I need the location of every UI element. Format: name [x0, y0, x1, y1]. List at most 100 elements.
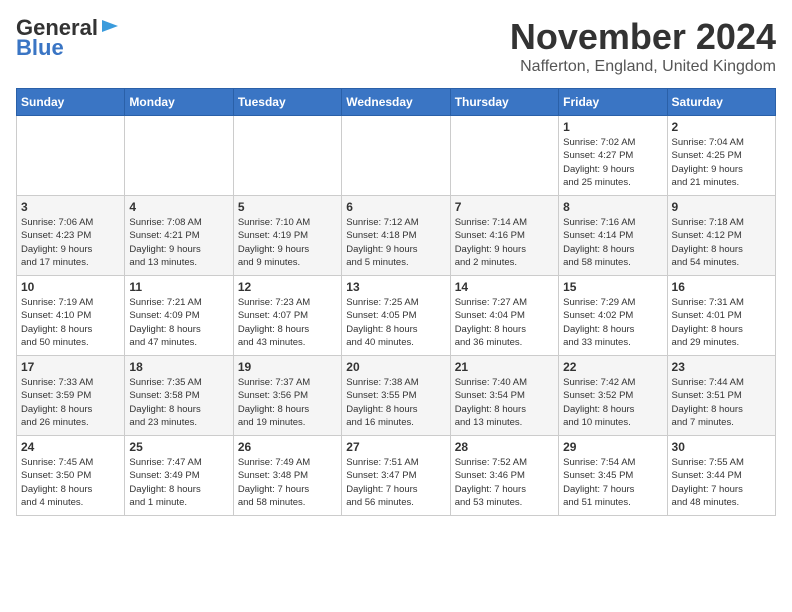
logo-text-blue: Blue	[16, 36, 64, 60]
day-number: 24	[21, 440, 120, 454]
location-title: Nafferton, England, United Kingdom	[510, 58, 776, 76]
table-row: 1 Sunrise: 7:02 AM Sunset: 4:27 PM Daylig…	[559, 116, 667, 196]
page-header: General Blue November 2024 Nafferton, En…	[16, 16, 776, 76]
day-number: 30	[672, 440, 771, 454]
month-title: November 2024	[510, 16, 776, 58]
header-saturday: Saturday	[667, 89, 775, 116]
day-number: 3	[21, 200, 120, 214]
day-info: Sunrise: 7:51 AM Sunset: 3:47 PM Dayligh…	[346, 456, 445, 509]
day-number: 19	[238, 360, 337, 374]
day-number: 4	[129, 200, 228, 214]
header-wednesday: Wednesday	[342, 89, 450, 116]
day-number: 7	[455, 200, 554, 214]
day-number: 20	[346, 360, 445, 374]
day-info: Sunrise: 7:49 AM Sunset: 3:48 PM Dayligh…	[238, 456, 337, 509]
day-info: Sunrise: 7:25 AM Sunset: 4:05 PM Dayligh…	[346, 296, 445, 349]
day-info: Sunrise: 7:16 AM Sunset: 4:14 PM Dayligh…	[563, 216, 662, 269]
table-row: 18Sunrise: 7:35 AM Sunset: 3:58 PM Dayli…	[125, 356, 233, 436]
day-number: 12	[238, 280, 337, 294]
calendar-week-row: 3 Sunrise: 7:06 AM Sunset: 4:23 PM Daylig…	[17, 196, 776, 276]
calendar-week-row: 17 Sunrise: 7:33 AM Sunset: 3:59 PM Dayli…	[17, 356, 776, 436]
day-number: 16	[672, 280, 771, 294]
day-number: 23	[672, 360, 771, 374]
day-info: Sunrise: 7:23 AM Sunset: 4:07 PM Dayligh…	[238, 296, 337, 349]
header-friday: Friday	[559, 89, 667, 116]
calendar-week-row: 1 Sunrise: 7:02 AM Sunset: 4:27 PM Daylig…	[17, 116, 776, 196]
day-number: 27	[346, 440, 445, 454]
day-info: Sunrise: 7:33 AM Sunset: 3:59 PM Dayligh…	[21, 376, 120, 429]
table-row: 15Sunrise: 7:29 AM Sunset: 4:02 PM Dayli…	[559, 276, 667, 356]
table-row: 16 Sunrise: 7:31 AM Sunset: 4:01 PM Dayli…	[667, 276, 775, 356]
day-info: Sunrise: 7:02 AM Sunset: 4:27 PM Dayligh…	[563, 136, 662, 189]
table-row	[17, 116, 125, 196]
day-info: Sunrise: 7:55 AM Sunset: 3:44 PM Dayligh…	[672, 456, 771, 509]
day-number: 6	[346, 200, 445, 214]
day-number: 11	[129, 280, 228, 294]
table-row: 13Sunrise: 7:25 AM Sunset: 4:05 PM Dayli…	[342, 276, 450, 356]
day-info: Sunrise: 7:27 AM Sunset: 4:04 PM Dayligh…	[455, 296, 554, 349]
logo: General Blue	[16, 16, 120, 60]
table-row: 30 Sunrise: 7:55 AM Sunset: 3:44 PM Dayli…	[667, 436, 775, 516]
day-number: 14	[455, 280, 554, 294]
day-info: Sunrise: 7:31 AM Sunset: 4:01 PM Dayligh…	[672, 296, 771, 349]
table-row: 14 Sunrise: 7:27 AM Sunset: 4:04 PM Dayli…	[450, 276, 558, 356]
day-number: 17	[21, 360, 120, 374]
day-info: Sunrise: 7:40 AM Sunset: 3:54 PM Dayligh…	[455, 376, 554, 429]
table-row: 3 Sunrise: 7:06 AM Sunset: 4:23 PM Daylig…	[17, 196, 125, 276]
day-info: Sunrise: 7:06 AM Sunset: 4:23 PM Dayligh…	[21, 216, 120, 269]
day-info: Sunrise: 7:44 AM Sunset: 3:51 PM Dayligh…	[672, 376, 771, 429]
table-row: 9Sunrise: 7:18 AM Sunset: 4:12 PM Daylig…	[667, 196, 775, 276]
day-number: 26	[238, 440, 337, 454]
day-info: Sunrise: 7:37 AM Sunset: 3:56 PM Dayligh…	[238, 376, 337, 429]
table-row: 19 Sunrise: 7:37 AM Sunset: 3:56 PM Dayli…	[233, 356, 341, 436]
table-row: 5 Sunrise: 7:10 AM Sunset: 4:19 PM Daylig…	[233, 196, 341, 276]
day-info: Sunrise: 7:52 AM Sunset: 3:46 PM Dayligh…	[455, 456, 554, 509]
day-number: 9	[672, 200, 771, 214]
day-info: Sunrise: 7:45 AM Sunset: 3:50 PM Dayligh…	[21, 456, 120, 509]
table-row: 27 Sunrise: 7:51 AM Sunset: 3:47 PM Dayli…	[342, 436, 450, 516]
day-number: 25	[129, 440, 228, 454]
title-section: November 2024 Nafferton, England, United…	[510, 16, 776, 76]
calendar-header-row: Sunday Monday Tuesday Wednesday Thursday…	[17, 89, 776, 116]
day-info: Sunrise: 7:19 AM Sunset: 4:10 PM Dayligh…	[21, 296, 120, 349]
header-sunday: Sunday	[17, 89, 125, 116]
day-number: 5	[238, 200, 337, 214]
header-monday: Monday	[125, 89, 233, 116]
table-row: 6Sunrise: 7:12 AM Sunset: 4:18 PM Daylig…	[342, 196, 450, 276]
day-number: 2	[672, 120, 771, 134]
day-info: Sunrise: 7:04 AM Sunset: 4:25 PM Dayligh…	[672, 136, 771, 189]
header-thursday: Thursday	[450, 89, 558, 116]
table-row: 11 Sunrise: 7:21 AM Sunset: 4:09 PM Dayli…	[125, 276, 233, 356]
day-info: Sunrise: 7:35 AM Sunset: 3:58 PM Dayligh…	[129, 376, 228, 429]
table-row: 7Sunrise: 7:14 AM Sunset: 4:16 PM Daylig…	[450, 196, 558, 276]
header-tuesday: Tuesday	[233, 89, 341, 116]
day-number: 21	[455, 360, 554, 374]
table-row	[233, 116, 341, 196]
day-info: Sunrise: 7:47 AM Sunset: 3:49 PM Dayligh…	[129, 456, 228, 509]
table-row: 12 Sunrise: 7:23 AM Sunset: 4:07 PM Dayli…	[233, 276, 341, 356]
table-row: 29 Sunrise: 7:54 AM Sunset: 3:45 PM Dayli…	[559, 436, 667, 516]
table-row: 17 Sunrise: 7:33 AM Sunset: 3:59 PM Dayli…	[17, 356, 125, 436]
table-row: 8Sunrise: 7:16 AM Sunset: 4:14 PM Daylig…	[559, 196, 667, 276]
table-row: 25 Sunrise: 7:47 AM Sunset: 3:49 PM Dayli…	[125, 436, 233, 516]
logo-arrow-icon	[100, 16, 120, 36]
table-row: 23 Sunrise: 7:44 AM Sunset: 3:51 PM Dayli…	[667, 356, 775, 436]
table-row	[450, 116, 558, 196]
table-row	[342, 116, 450, 196]
day-info: Sunrise: 7:54 AM Sunset: 3:45 PM Dayligh…	[563, 456, 662, 509]
table-row: 22Sunrise: 7:42 AM Sunset: 3:52 PM Dayli…	[559, 356, 667, 436]
day-info: Sunrise: 7:42 AM Sunset: 3:52 PM Dayligh…	[563, 376, 662, 429]
table-row: 20Sunrise: 7:38 AM Sunset: 3:55 PM Dayli…	[342, 356, 450, 436]
table-row: 21 Sunrise: 7:40 AM Sunset: 3:54 PM Dayli…	[450, 356, 558, 436]
table-row: 10 Sunrise: 7:19 AM Sunset: 4:10 PM Dayli…	[17, 276, 125, 356]
day-number: 1	[563, 120, 662, 134]
calendar-week-row: 24 Sunrise: 7:45 AM Sunset: 3:50 PM Dayli…	[17, 436, 776, 516]
day-number: 10	[21, 280, 120, 294]
table-row: 4Sunrise: 7:08 AM Sunset: 4:21 PM Daylig…	[125, 196, 233, 276]
calendar-table: Sunday Monday Tuesday Wednesday Thursday…	[16, 88, 776, 516]
table-row: 24 Sunrise: 7:45 AM Sunset: 3:50 PM Dayli…	[17, 436, 125, 516]
day-info: Sunrise: 7:21 AM Sunset: 4:09 PM Dayligh…	[129, 296, 228, 349]
day-info: Sunrise: 7:29 AM Sunset: 4:02 PM Dayligh…	[563, 296, 662, 349]
day-number: 29	[563, 440, 662, 454]
day-info: Sunrise: 7:10 AM Sunset: 4:19 PM Dayligh…	[238, 216, 337, 269]
